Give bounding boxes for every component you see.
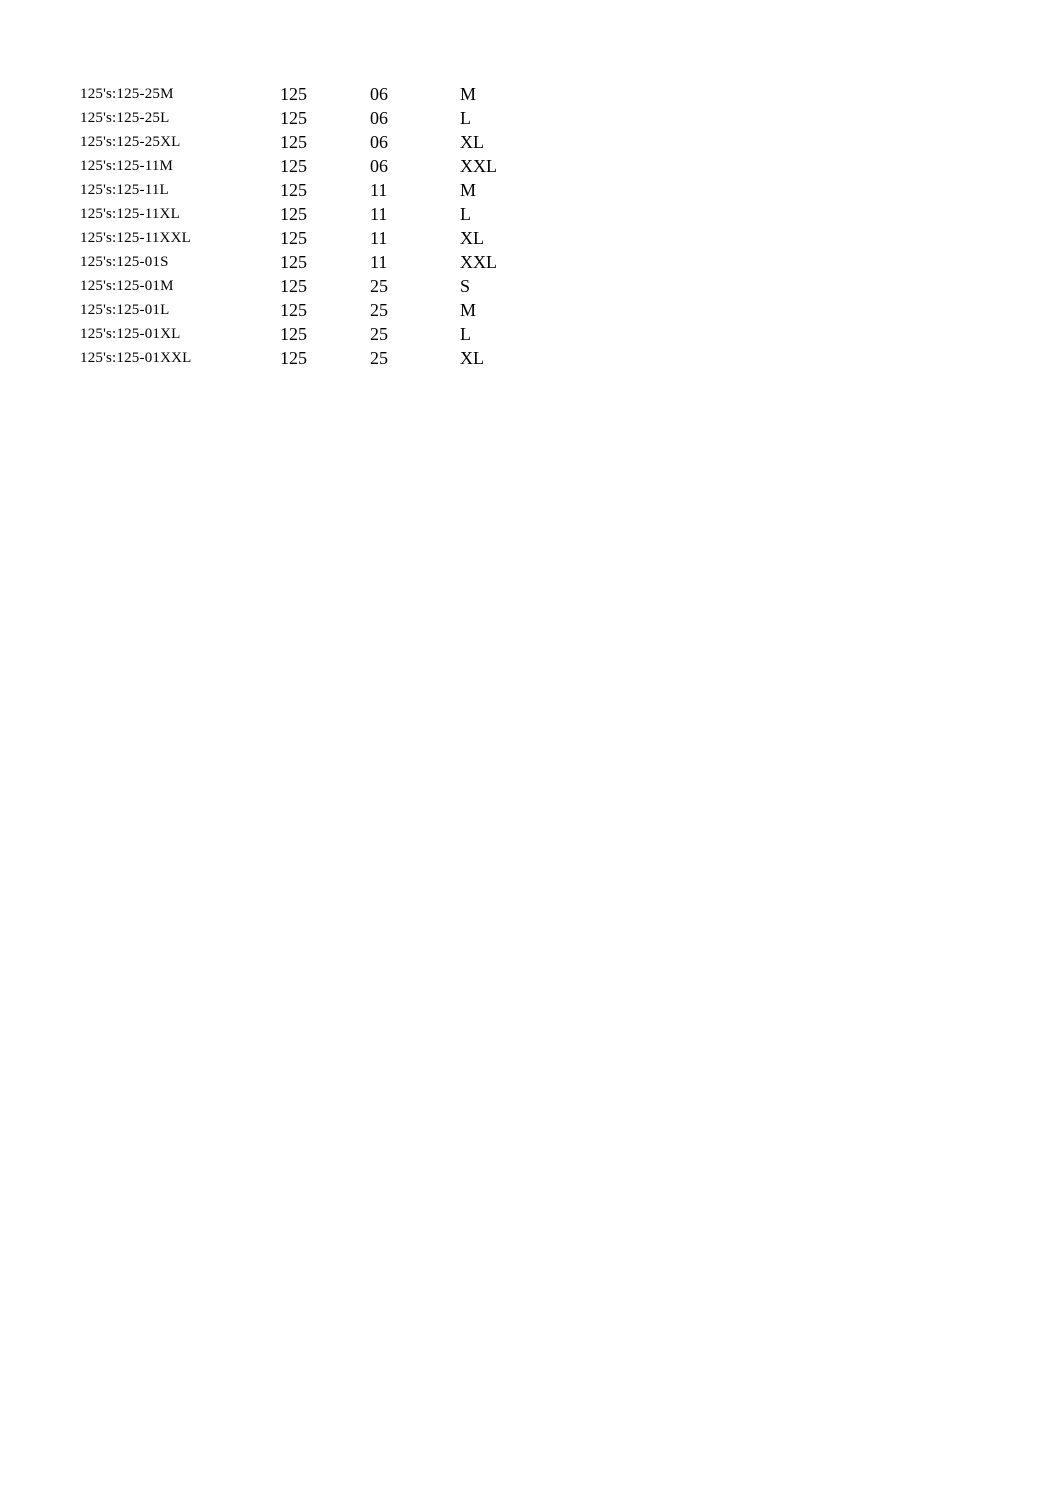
cell-label: 125's:125-01L — [80, 298, 280, 322]
cell-col1: 125 — [280, 226, 370, 250]
cell-col2: 11 — [370, 202, 460, 226]
cell-col1: 125 — [280, 298, 370, 322]
cell-label: 125's:125-25XL — [80, 130, 280, 154]
table-row: 125's:125-11M 125 06 XXL — [80, 154, 540, 178]
cell-label: 125's:125-01S — [80, 250, 280, 274]
cell-label: 125's:125-01M — [80, 274, 280, 298]
table-row: 125's:125-25M 125 06 M — [80, 82, 540, 106]
cell-col3: M — [460, 178, 540, 202]
cell-col3: M — [460, 298, 540, 322]
cell-col1: 125 — [280, 322, 370, 346]
cell-col2: 25 — [370, 322, 460, 346]
cell-label: 125's:125-11XXL — [80, 226, 280, 250]
cell-col2: 06 — [370, 82, 460, 106]
cell-col3: XL — [460, 346, 540, 370]
cell-col3: XL — [460, 226, 540, 250]
cell-col3: XXL — [460, 154, 540, 178]
table-row: 125's:125-25L 125 06 L — [80, 106, 540, 130]
table-row: 125's:125-11XXL 125 11 XL — [80, 226, 540, 250]
cell-col2: 25 — [370, 298, 460, 322]
data-table: 125's:125-25M 125 06 M 125's:125-25L 125… — [80, 82, 540, 370]
cell-col1: 125 — [280, 178, 370, 202]
cell-col3: S — [460, 274, 540, 298]
cell-col1: 125 — [280, 274, 370, 298]
cell-label: 125's:125-01XXL — [80, 346, 280, 370]
cell-col1: 125 — [280, 202, 370, 226]
cell-col1: 125 — [280, 130, 370, 154]
cell-col2: 06 — [370, 106, 460, 130]
cell-col3: L — [460, 322, 540, 346]
cell-col3: L — [460, 202, 540, 226]
cell-col2: 25 — [370, 346, 460, 370]
cell-label: 125's:125-11M — [80, 154, 280, 178]
cell-col2: 06 — [370, 154, 460, 178]
table-row: 125's:125-01S 125 11 XXL — [80, 250, 540, 274]
cell-col3: M — [460, 82, 540, 106]
cell-col1: 125 — [280, 82, 370, 106]
cell-col1: 125 — [280, 250, 370, 274]
cell-col2: 06 — [370, 130, 460, 154]
cell-col1: 125 — [280, 154, 370, 178]
cell-col3: L — [460, 106, 540, 130]
cell-label: 125's:125-01XL — [80, 322, 280, 346]
cell-col2: 11 — [370, 178, 460, 202]
cell-label: 125's:125-11XL — [80, 202, 280, 226]
table-row: 125's:125-01XL 125 25 L — [80, 322, 540, 346]
cell-col2: 11 — [370, 226, 460, 250]
cell-label: 125's:125-25L — [80, 106, 280, 130]
table-row: 125's:125-11XL 125 11 L — [80, 202, 540, 226]
table-row: 125's:125-01L 125 25 M — [80, 298, 540, 322]
cell-col2: 11 — [370, 250, 460, 274]
table-row: 125's:125-25XL 125 06 XL — [80, 130, 540, 154]
cell-col3: XL — [460, 130, 540, 154]
table-row: 125's:125-01XXL 125 25 XL — [80, 346, 540, 370]
cell-col3: XXL — [460, 250, 540, 274]
cell-col2: 25 — [370, 274, 460, 298]
table-row: 125's:125-01M 125 25 S — [80, 274, 540, 298]
cell-col1: 125 — [280, 106, 370, 130]
cell-col1: 125 — [280, 346, 370, 370]
table-body: 125's:125-25M 125 06 M 125's:125-25L 125… — [80, 82, 540, 370]
cell-label: 125's:125-11L — [80, 178, 280, 202]
page-content: 125's:125-25M 125 06 M 125's:125-25L 125… — [0, 0, 1062, 370]
table-row: 125's:125-11L 125 11 M — [80, 178, 540, 202]
cell-label: 125's:125-25M — [80, 82, 280, 106]
